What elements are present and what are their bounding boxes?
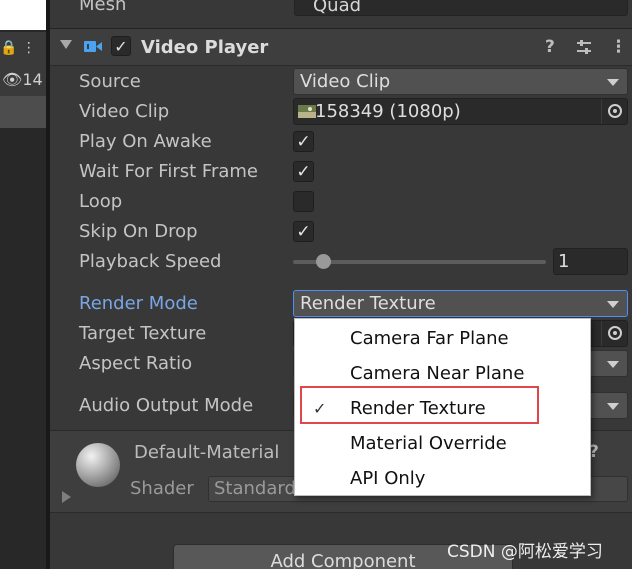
play-on-awake-checkbox[interactable]: ✓ <box>293 131 314 152</box>
chevron-down-icon <box>607 361 619 368</box>
source-label: Source <box>79 71 141 92</box>
mesh-row: Mesh Quad <box>50 0 632 22</box>
hierarchy-lock-menu[interactable]: 🔒 ⋮ <box>0 32 46 66</box>
menu-item-material-override[interactable]: Material Override <box>295 426 592 461</box>
video-clip-field[interactable]: 158349 (1080p) <box>293 98 628 125</box>
render-mode-value: Render Texture <box>300 293 436 314</box>
playback-speed-label: Playback Speed <box>79 251 222 272</box>
menu-item-camera-far-plane[interactable]: Camera Far Plane <box>295 321 592 356</box>
material-preview-sphere <box>76 443 120 487</box>
annotation-highlight-box <box>300 386 539 424</box>
loop-checkbox[interactable] <box>293 191 314 212</box>
preset-icon[interactable] <box>575 39 593 55</box>
shader-label: Shader <box>130 478 194 499</box>
menu-item-label: Material Override <box>350 433 507 454</box>
video-clip-thumbnail-icon <box>298 105 316 118</box>
video-player-icon <box>84 41 102 52</box>
wait-first-frame-checkbox[interactable]: ✓ <box>293 161 314 182</box>
mesh-label: Mesh <box>79 0 127 15</box>
source-dropdown[interactable]: Video Clip <box>293 68 628 95</box>
playback-speed-slider-thumb[interactable] <box>316 254 331 269</box>
hierarchy-panel: 🔒 ⋮ 👁14 <box>0 0 50 569</box>
object-picker-dot <box>613 331 617 335</box>
hierarchy-visibility-count[interactable]: 👁14 <box>0 66 46 96</box>
material-name: Default-Material <box>134 442 280 463</box>
video-player-header[interactable]: ✓ Video Player ? ⋮ <box>50 28 632 66</box>
chevron-down-icon <box>607 403 619 410</box>
playback-speed-input[interactable]: 1 <box>553 248 628 275</box>
menu-item-label: Camera Far Plane <box>350 328 509 349</box>
video-clip-label: Video Clip <box>79 101 170 122</box>
component-enabled-checkbox[interactable]: ✓ <box>111 36 131 56</box>
skip-on-drop-label: Skip On Drop <box>79 221 198 242</box>
material-foldout-arrow-icon[interactable] <box>62 491 71 503</box>
loop-label: Loop <box>79 191 123 212</box>
chevron-down-icon <box>607 301 619 308</box>
object-picker-button[interactable] <box>601 321 627 346</box>
render-mode-label: Render Mode <box>79 293 198 314</box>
menu-item-api-only[interactable]: API Only <box>295 461 592 496</box>
video-clip-value: 158349 (1080p) <box>315 101 461 122</box>
object-picker-button[interactable] <box>601 99 627 124</box>
component-title: Video Player <box>141 37 269 58</box>
context-menu-icon[interactable]: ⋮ <box>610 37 627 57</box>
help-icon[interactable]: ? <box>545 37 555 57</box>
audio-output-mode-label: Audio Output Mode <box>79 395 254 416</box>
source-value: Video Clip <box>300 71 391 92</box>
wait-first-frame-label: Wait For First Frame <box>79 161 258 182</box>
foldout-arrow-icon[interactable] <box>60 40 72 49</box>
watermark: CSDN @阿松爱学习 <box>447 542 603 562</box>
menu-item-label: Camera Near Plane <box>350 363 525 384</box>
mesh-value: Quad <box>313 0 362 16</box>
hierarchy-selected-row[interactable] <box>0 96 46 128</box>
target-texture-label: Target Texture <box>79 323 207 344</box>
menu-item-label: API Only <box>350 468 426 489</box>
chevron-down-icon <box>607 79 619 86</box>
aspect-ratio-label: Aspect Ratio <box>79 353 193 374</box>
skip-on-drop-checkbox[interactable]: ✓ <box>293 221 314 242</box>
hierarchy-top-area <box>0 0 46 30</box>
shader-value: Standard <box>214 478 296 499</box>
render-mode-dropdown[interactable]: Render Texture <box>293 290 628 317</box>
mesh-field[interactable]: Quad <box>294 0 628 16</box>
object-picker-dot <box>613 109 617 113</box>
play-on-awake-label: Play On Awake <box>79 131 212 152</box>
